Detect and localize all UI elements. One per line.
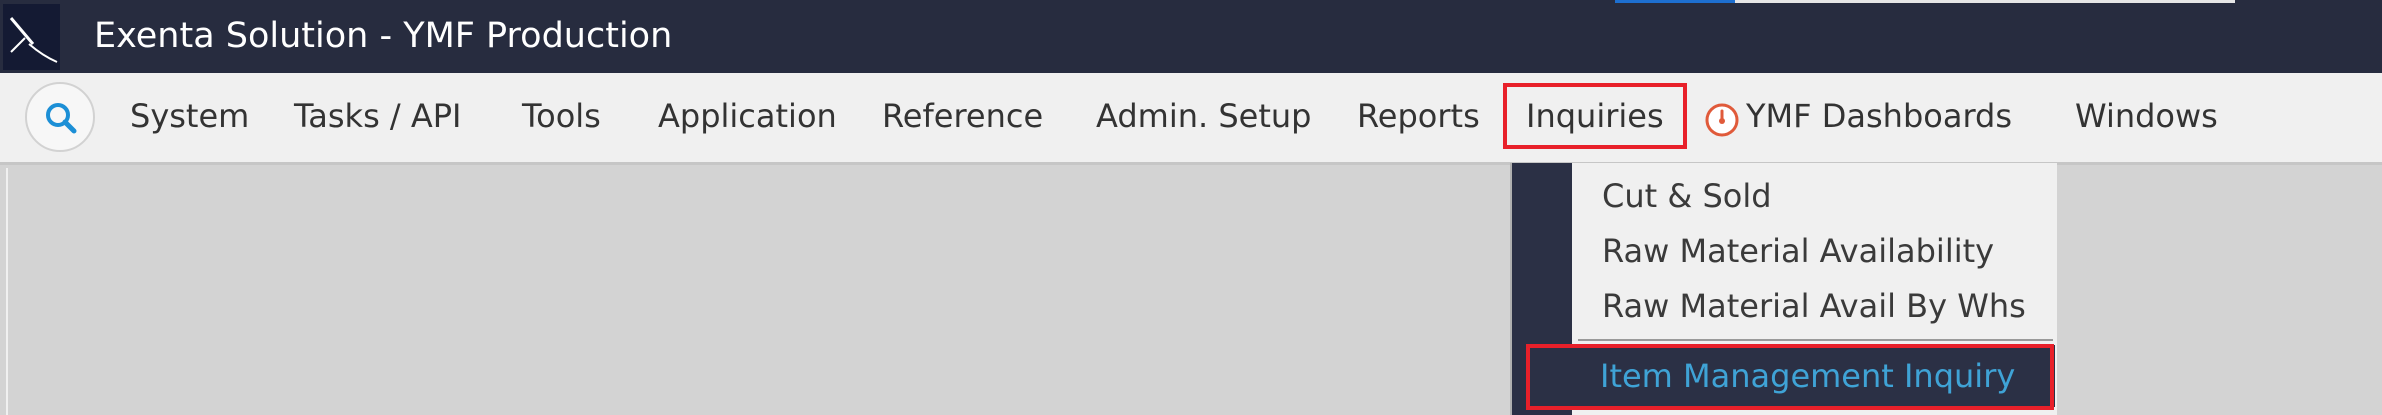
menu-tools[interactable]: Tools: [522, 89, 601, 143]
exenta-logo-icon: [3, 4, 60, 70]
title-bar-accent: [1615, 0, 1735, 3]
menu-application[interactable]: Application: [658, 89, 837, 143]
menu-ymf-dashboards[interactable]: YMF Dashboards: [1746, 89, 2012, 143]
selection-annotation-box: [1526, 344, 2054, 410]
menu-item-raw-material-avail-by-whs[interactable]: Raw Material Avail By Whs: [1602, 280, 2026, 332]
menu-inquiries[interactable]: Inquiries: [1503, 83, 1687, 149]
menu-separator: [1578, 339, 2053, 341]
menu-tasks-api[interactable]: Tasks / API: [294, 89, 461, 143]
menu-system[interactable]: System: [130, 89, 249, 143]
title-bar: Exenta Solution - YMF Production: [0, 0, 2382, 73]
main-menu-bar: System Tasks / API Tools Application Ref…: [0, 73, 2382, 165]
menu-reference[interactable]: Reference: [882, 89, 1043, 143]
title-bar-accent-light: [1735, 0, 2235, 3]
menu-reports[interactable]: Reports: [1357, 89, 1480, 143]
menu-windows[interactable]: Windows: [2075, 89, 2218, 143]
search-button[interactable]: [25, 82, 95, 152]
gauge-icon: [1704, 102, 1740, 142]
menu-item-cut-sold[interactable]: Cut & Sold: [1602, 170, 1772, 222]
menu-admin-setup[interactable]: Admin. Setup: [1096, 89, 1311, 143]
window-title: Exenta Solution - YMF Production: [94, 16, 673, 56]
menu-item-raw-material-availability[interactable]: Raw Material Availability: [1602, 225, 1994, 277]
